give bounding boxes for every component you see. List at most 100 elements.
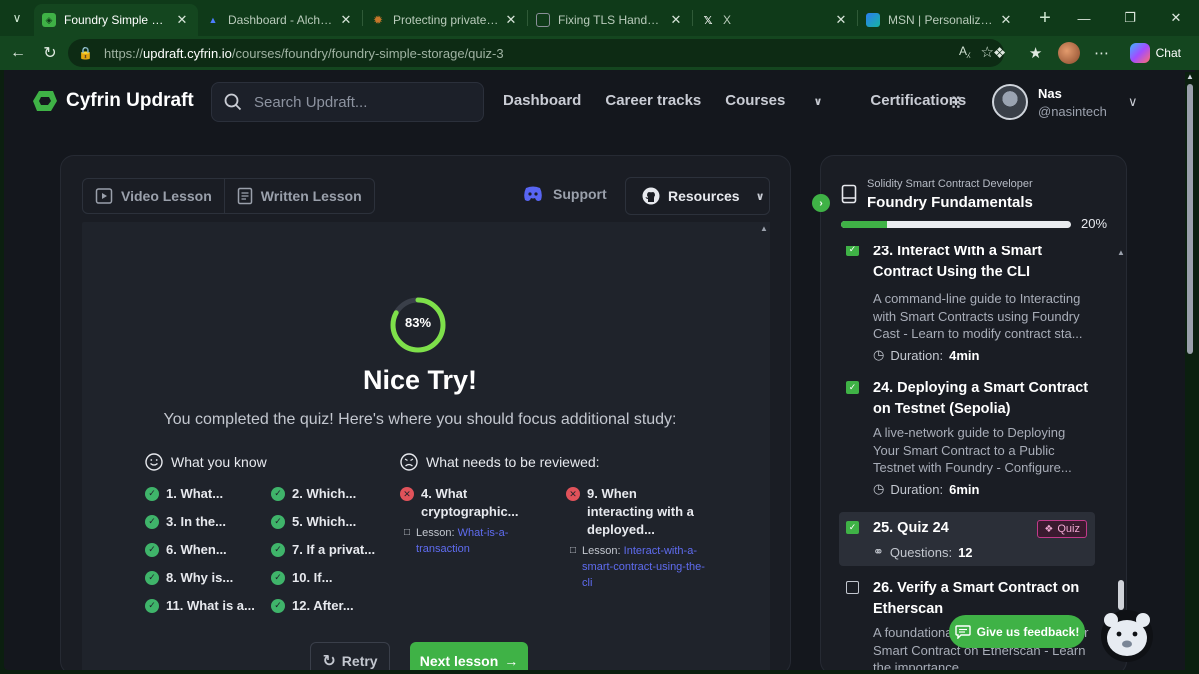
browser-tab-alchemy[interactable]: ▲ Dashboard - Alchemy ✕ xyxy=(198,5,362,35)
browser-tab-bar: ∨ ◈ Foundry Simple Storage ✕ ▲ Dashboard… xyxy=(0,0,1199,36)
document-icon xyxy=(237,187,253,205)
arrow-right-icon: → xyxy=(504,653,519,669)
sun-favicon-icon: ✹ xyxy=(372,13,384,27)
known-item: ✓ 6. When... xyxy=(145,542,227,557)
close-tab-icon[interactable]: ✕ xyxy=(998,12,1014,28)
quiz-scrollbar[interactable]: ▲ xyxy=(758,222,770,670)
list-item[interactable]: ✓ 24. Deploying a Smart Contract on Test… xyxy=(839,376,1095,504)
lock-icon[interactable]: 🔒 xyxy=(78,46,94,60)
minimize-icon[interactable]: — xyxy=(1061,0,1107,36)
read-aloud-icon[interactable]: A⁁ xyxy=(959,44,970,58)
frown-icon xyxy=(400,453,418,471)
avatar xyxy=(992,84,1028,120)
lesson-duration: ◷ Duration: 4min xyxy=(873,347,979,363)
check-icon: ✓ xyxy=(271,514,285,529)
retry-button[interactable]: ↻ Retry xyxy=(310,642,390,670)
known-item-label: 8. Why is... xyxy=(166,570,234,585)
result-subline: You completed the quiz! Here's where you… xyxy=(163,411,677,428)
known-item: ✓ 11. What is a... xyxy=(145,598,255,613)
browser-tab-private-keys[interactable]: ✹ Protecting private keys w ✕ xyxy=(363,5,527,35)
profile-avatar[interactable] xyxy=(1057,42,1080,64)
checkbox-checked-icon[interactable]: ✓ xyxy=(846,246,859,256)
page-content: Cyfrin Updraft Search Updraft... Dashboa… xyxy=(4,70,1195,670)
check-icon: ✓ xyxy=(271,542,285,557)
check-icon: ✓ xyxy=(145,570,159,585)
browser-tab-x[interactable]: 𝕏 X ✕ xyxy=(693,5,857,35)
favorites-icon[interactable]: ★ xyxy=(1022,44,1050,62)
review-item-title: 9. When interacting with a deployed... xyxy=(587,486,694,537)
list-item-active[interactable]: ✓ 25. Quiz 24 ❖ Quiz ⚭ Questions: 12 xyxy=(839,512,1095,566)
scroll-up-icon[interactable]: ▲ xyxy=(1185,72,1195,81)
scrollbar-thumb[interactable] xyxy=(1187,84,1193,354)
tab-written-lesson[interactable]: Written Lesson xyxy=(223,179,374,213)
resources-dropdown[interactable]: Resources ∨ xyxy=(625,177,770,215)
sidebar-collapse-button[interactable]: › xyxy=(812,194,830,212)
browser-favicon-icon xyxy=(536,13,550,27)
copilot-chat-button[interactable]: Chat xyxy=(1124,40,1187,66)
browser-tab-msn[interactable]: MSN | Personalized New ✕ xyxy=(858,5,1022,35)
user-menu[interactable]: Nas @nasintech xyxy=(992,84,1107,120)
next-lesson-button[interactable]: Next lesson → xyxy=(410,642,528,670)
nav-courses[interactable]: Courses ∨ xyxy=(725,92,846,109)
close-tab-icon[interactable]: ✕ xyxy=(668,12,684,28)
close-tab-icon[interactable]: ✕ xyxy=(833,12,849,28)
checkbox-checked-icon[interactable]: ✓ xyxy=(846,521,859,534)
url-host: updraft.cyfrin.io xyxy=(143,45,232,61)
known-item-label: 2. Which... xyxy=(292,486,357,501)
support-link[interactable]: Support xyxy=(523,186,607,202)
video-icon xyxy=(95,188,113,204)
quiz-badge-label: Quiz xyxy=(1057,523,1080,535)
copilot-icon xyxy=(1129,43,1150,63)
maximize-icon[interactable]: ❐ xyxy=(1107,0,1153,36)
clock-icon: ◷ xyxy=(873,347,885,362)
reload-icon[interactable]: ↻ xyxy=(34,37,66,69)
search-input[interactable]: Search Updraft... xyxy=(211,82,484,122)
chat-label: Chat xyxy=(1155,46,1181,60)
close-window-icon[interactable]: ✕ xyxy=(1153,0,1199,36)
career-track-name: Solidity Smart Contract Developer xyxy=(867,178,1033,190)
browser-tab-tls[interactable]: Fixing TLS Handshake E ✕ xyxy=(528,5,692,35)
brand-name: Cyfrin Updraft xyxy=(66,90,194,111)
close-tab-icon[interactable]: ✕ xyxy=(503,12,519,28)
mascot-bear-icon[interactable] xyxy=(1098,600,1156,664)
tab-actions-menu-icon[interactable]: ∨ xyxy=(0,0,34,36)
support-label: Support xyxy=(553,186,607,202)
tab-video-lesson-label: Video Lesson xyxy=(121,188,212,204)
known-item-label: 7. If a privat... xyxy=(292,542,376,557)
lesson-card: Video Lesson Written Lesson Support Reso… xyxy=(60,155,791,670)
known-item-label: 10. If... xyxy=(292,570,333,585)
alchemy-favicon-icon: ▲ xyxy=(208,15,218,25)
checkbox-unchecked-icon[interactable] xyxy=(846,581,859,594)
lesson-meta-label: Questions: xyxy=(889,544,953,560)
check-icon: ✓ xyxy=(271,486,285,501)
extensions-icon[interactable]: ❖ xyxy=(986,44,1014,62)
nav-dashboard[interactable]: Dashboard xyxy=(503,92,581,109)
window-scrollbar[interactable]: ▲ xyxy=(1185,72,1195,670)
url-field[interactable]: 🔒 https://updraft.cyfrin.io/courses/foun… xyxy=(68,39,1004,67)
nav-career-tracks[interactable]: Career tracks xyxy=(605,92,701,109)
cyfrin-favicon-icon: ◈ xyxy=(42,13,56,27)
review-heading-label: What needs to be reviewed: xyxy=(426,454,600,470)
checkbox-checked-icon[interactable]: ✓ xyxy=(846,381,859,394)
brand-logo-link[interactable]: Cyfrin Updraft xyxy=(32,88,194,114)
result-headline: Nice Try! xyxy=(362,365,478,395)
lesson-title: 24. Deploying a Smart Contract on Testne… xyxy=(873,380,1089,417)
list-item[interactable]: ✓ 23. Interact With a Smart Contract Usi… xyxy=(839,246,1095,371)
close-tab-icon[interactable]: ✕ xyxy=(174,12,190,28)
x-icon: ✕ xyxy=(400,487,414,501)
close-tab-icon[interactable]: ✕ xyxy=(338,12,354,28)
known-item-label: 5. Which... xyxy=(292,514,357,529)
back-arrow-icon[interactable]: ← xyxy=(2,37,34,69)
browser-tab-foundry[interactable]: ◈ Foundry Simple Storage ✕ xyxy=(34,4,198,36)
main-nav: Dashboard Career tracks Courses ∨ Certif… xyxy=(503,92,990,109)
user-chevron-down-icon[interactable]: ∨ xyxy=(1128,94,1138,110)
feedback-button[interactable]: Give us feedback! xyxy=(949,615,1085,648)
more-options-icon[interactable]: ⋯ xyxy=(1088,44,1116,62)
new-tab-button[interactable]: + xyxy=(1028,7,1062,30)
scroll-up-icon[interactable]: ▲ xyxy=(1116,248,1126,257)
puzzle-icon: ❖ xyxy=(1044,523,1054,535)
apps-grid-icon[interactable]: ⠿ xyxy=(950,94,962,114)
cyfrin-logo-icon xyxy=(33,91,57,111)
tab-video-lesson[interactable]: Video Lesson xyxy=(83,179,224,213)
scroll-up-icon[interactable]: ▲ xyxy=(758,224,770,233)
